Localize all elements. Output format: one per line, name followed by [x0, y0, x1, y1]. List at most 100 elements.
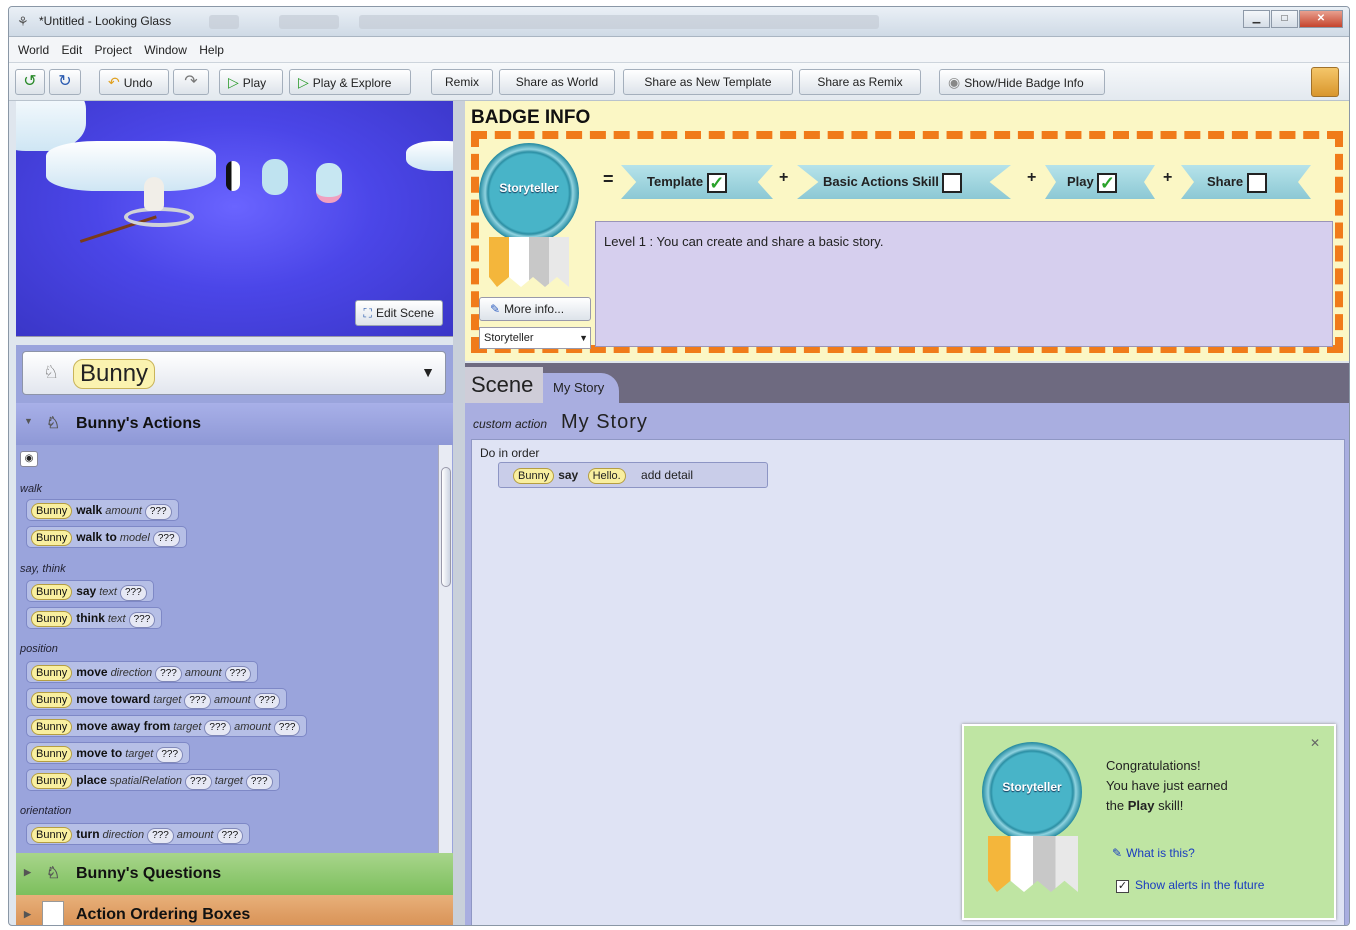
tile-subject: Bunny	[31, 584, 73, 600]
blurred-title-segment	[359, 15, 879, 29]
tile-turn[interactable]: Bunny turn direction??? amount???	[26, 823, 251, 845]
badge-dropdown[interactable]: Storyteller ▼	[479, 327, 591, 349]
storyteller-medal-icon: Storyteller	[982, 742, 1082, 842]
badge-info-title: BADGE INFO	[471, 107, 591, 128]
param-value[interactable]: ???	[224, 666, 252, 682]
param-value[interactable]: ???	[216, 828, 244, 844]
param-value[interactable]: ???	[128, 612, 156, 628]
share-remix-button[interactable]: Share as Remix	[799, 69, 921, 95]
undo-button[interactable]: ↶ Undo	[99, 69, 169, 95]
blurred-title-segment	[279, 15, 339, 29]
chevron-down-icon[interactable]: ▼	[579, 328, 588, 348]
tab-scene[interactable]: Scene	[465, 367, 543, 403]
tile-subject: Bunny	[31, 611, 73, 627]
bunny-icon: ♘	[43, 362, 60, 382]
tile-verb: move away from	[76, 719, 171, 733]
edit-scene-button[interactable]: ⛶ Edit Scene	[354, 300, 443, 326]
camera-icon[interactable]: ◉	[20, 451, 38, 467]
checkbox-empty-icon	[1246, 172, 1267, 193]
back-icon[interactable]: ↺	[15, 69, 45, 95]
badge-dropdown-value: Storyteller	[484, 332, 534, 344]
menu-help[interactable]: Help	[199, 43, 224, 57]
toolbar: ↺ ↻ ↶ Undo ↷ ▷ Play ▷ Play & Explore Remix …	[9, 63, 1349, 101]
clipboard-icon[interactable]	[1311, 67, 1339, 97]
forward-icon[interactable]: ↻	[49, 69, 81, 95]
tile-move-away-from[interactable]: Bunny move away from target??? amount???	[26, 715, 308, 737]
tile-walk-to[interactable]: Bunny walk to model???	[26, 526, 187, 548]
scrollbar-thumb[interactable]	[441, 467, 451, 587]
custom-action-name: My Story	[561, 411, 648, 433]
actions-header-label: Bunny's Actions	[76, 415, 201, 432]
editor-tabs: Scene My Story	[465, 363, 1349, 403]
tile-move-toward[interactable]: Bunny move toward target??? amount???	[26, 688, 288, 710]
menu-window[interactable]: Window	[144, 43, 187, 57]
actions-header[interactable]: ▼ ♘ Bunny's Actions	[16, 403, 453, 445]
statement-text[interactable]: Hello.	[587, 468, 626, 484]
say-statement[interactable]: Bunny say Hello. add detail	[498, 462, 768, 488]
edit-scene-icon: ⛶	[363, 306, 372, 320]
statement-verb: say	[558, 468, 579, 482]
world-view[interactable]: ⛶ Edit Scene	[16, 101, 453, 337]
param-name: direction	[110, 667, 153, 679]
show-alerts-checkbox[interactable]: ✓ Show alerts in the future	[1116, 878, 1264, 893]
param-value[interactable]: ???	[156, 747, 184, 763]
tile-verb: think	[76, 611, 105, 625]
remix-button[interactable]: Remix	[431, 69, 493, 95]
maximize-button[interactable]: □	[1271, 10, 1298, 28]
character-selector[interactable]: ♘ Bunny ▼	[22, 351, 446, 395]
param-value[interactable]: ???	[147, 828, 174, 844]
play-explore-button[interactable]: ▷ Play & Explore	[289, 69, 411, 95]
more-info-button[interactable]: ✎ More info...	[479, 297, 591, 321]
category-position: position	[20, 643, 58, 655]
param-value[interactable]: ???	[155, 666, 182, 682]
tile-say[interactable]: Bunny say text???	[26, 580, 154, 602]
close-button[interactable]: ✕	[1299, 10, 1343, 28]
param-value[interactable]: ???	[184, 693, 212, 709]
statement-subject[interactable]: Bunny	[513, 468, 555, 484]
param-value[interactable]: ???	[273, 720, 301, 736]
tile-subject: Bunny	[31, 692, 73, 708]
param-value[interactable]: ???	[119, 585, 147, 601]
play-button[interactable]: ▷ Play	[219, 69, 283, 95]
param-value[interactable]: ???	[185, 774, 212, 790]
share-world-button[interactable]: Share as World	[499, 69, 615, 95]
questions-header[interactable]: ▶ ♘ Bunny's Questions	[16, 853, 453, 895]
tile-place[interactable]: Bunny place spatialRelation??? target???	[26, 769, 280, 791]
menu-edit[interactable]: Edit	[61, 43, 82, 57]
level-description: Level 1 : You can create and share a bas…	[595, 221, 1333, 347]
congrats-line: You have just earned	[1106, 778, 1228, 793]
expand-arrow-icon: ▶	[24, 909, 31, 919]
badge-info-button[interactable]: ◉ Show/Hide Badge Info	[939, 69, 1105, 95]
congrats-prefix: the	[1106, 798, 1125, 813]
chevron-down-icon[interactable]: ▼	[421, 364, 435, 380]
tile-subject: Bunny	[31, 746, 73, 762]
actions-scrollbar[interactable]	[438, 445, 452, 853]
what-is-this-link[interactable]: ✎ What is this?	[1112, 846, 1195, 860]
ordering-header[interactable]: ▶ Action Ordering Boxes	[16, 895, 453, 925]
tile-move-to[interactable]: Bunny move to target???	[26, 742, 191, 764]
param-value[interactable]: ???	[204, 720, 232, 736]
tile-move[interactable]: Bunny move direction??? amount???	[26, 661, 259, 683]
tile-verb: place	[76, 773, 107, 787]
tab-my-story[interactable]: My Story	[543, 373, 619, 403]
menu-project[interactable]: Project	[95, 43, 132, 57]
add-detail-button[interactable]: add detail	[641, 468, 693, 482]
param-value[interactable]: ???	[245, 774, 273, 790]
param-value[interactable]: ???	[144, 504, 172, 520]
equals-sign: =	[603, 169, 614, 189]
edit-icon: ✎	[1112, 846, 1123, 860]
tile-walk[interactable]: Bunny walk amount???	[26, 499, 179, 521]
minimize-button[interactable]: ▁	[1243, 10, 1270, 28]
checkbox-checked-icon[interactable]: ✓	[1116, 880, 1129, 893]
menu-world[interactable]: World	[18, 43, 49, 57]
share-template-button[interactable]: Share as New Template	[623, 69, 793, 95]
param-value[interactable]: ???	[152, 531, 180, 547]
collapse-arrow-icon: ▼	[24, 416, 33, 426]
close-icon[interactable]: ✕	[1310, 736, 1320, 750]
skill-label: Play	[1067, 174, 1094, 189]
selected-character: Bunny	[73, 359, 156, 389]
param-value[interactable]: ???	[253, 693, 281, 709]
redo-button[interactable]: ↷	[173, 69, 209, 95]
panel-splitter[interactable]	[453, 101, 465, 925]
tile-think[interactable]: Bunny think text???	[26, 607, 163, 629]
